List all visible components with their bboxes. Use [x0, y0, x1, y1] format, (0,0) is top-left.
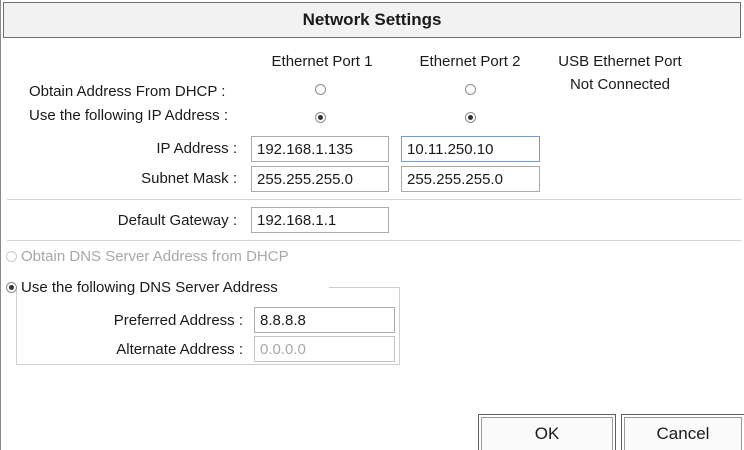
port1-static-radio[interactable] — [315, 112, 326, 123]
separator-middle — [7, 240, 741, 241]
obtain-dhcp-label: Obtain Address From DHCP : — [29, 83, 226, 100]
use-static-ip-label: Use the following IP Address : — [29, 107, 228, 124]
alternate-address-label: Alternate Address : — [116, 341, 243, 358]
subnet-mask-label: Subnet Mask : — [141, 170, 237, 187]
preferred-dns-field[interactable] — [254, 307, 395, 333]
default-gateway-field[interactable] — [251, 207, 389, 233]
column-header-port2: Ethernet Port 2 — [419, 53, 521, 70]
port2-ip-address-field[interactable] — [401, 136, 540, 162]
port2-subnet-mask-field[interactable] — [401, 166, 540, 192]
column-header-usb: USB Ethernet Port — [558, 53, 682, 70]
dns-dhcp-option-label: Obtain DNS Server Address from DHCP — [21, 248, 289, 265]
ip-address-label: IP Address : — [156, 140, 237, 157]
port2-static-radio[interactable] — [465, 112, 476, 123]
dns-manual-radio[interactable] — [6, 282, 17, 293]
dns-dhcp-radio[interactable] — [6, 251, 17, 262]
port1-ip-address-field[interactable] — [251, 136, 389, 162]
dialog-title: Network Settings — [302, 10, 442, 29]
usb-status-text: Not Connected — [569, 76, 671, 93]
network-settings-dialog: Network Settings Ethernet Port 1 Etherne… — [0, 0, 744, 450]
default-gateway-label: Default Gateway : — [117, 212, 237, 229]
ok-button[interactable]: OK — [478, 414, 616, 450]
dialog-title-bar: Network Settings — [3, 2, 741, 38]
port2-dhcp-radio[interactable] — [465, 84, 476, 95]
cancel-button[interactable]: Cancel — [621, 414, 744, 450]
port1-subnet-mask-field[interactable] — [251, 166, 389, 192]
port1-dhcp-radio[interactable] — [315, 84, 326, 95]
preferred-address-label: Preferred Address : — [113, 312, 243, 329]
column-header-port1: Ethernet Port 1 — [271, 53, 373, 70]
separator-top — [7, 199, 741, 200]
alternate-dns-field[interactable] — [254, 336, 395, 362]
groupbox-top-border — [329, 287, 400, 288]
dns-manual-option-label: Use the following DNS Server Address — [21, 279, 278, 296]
